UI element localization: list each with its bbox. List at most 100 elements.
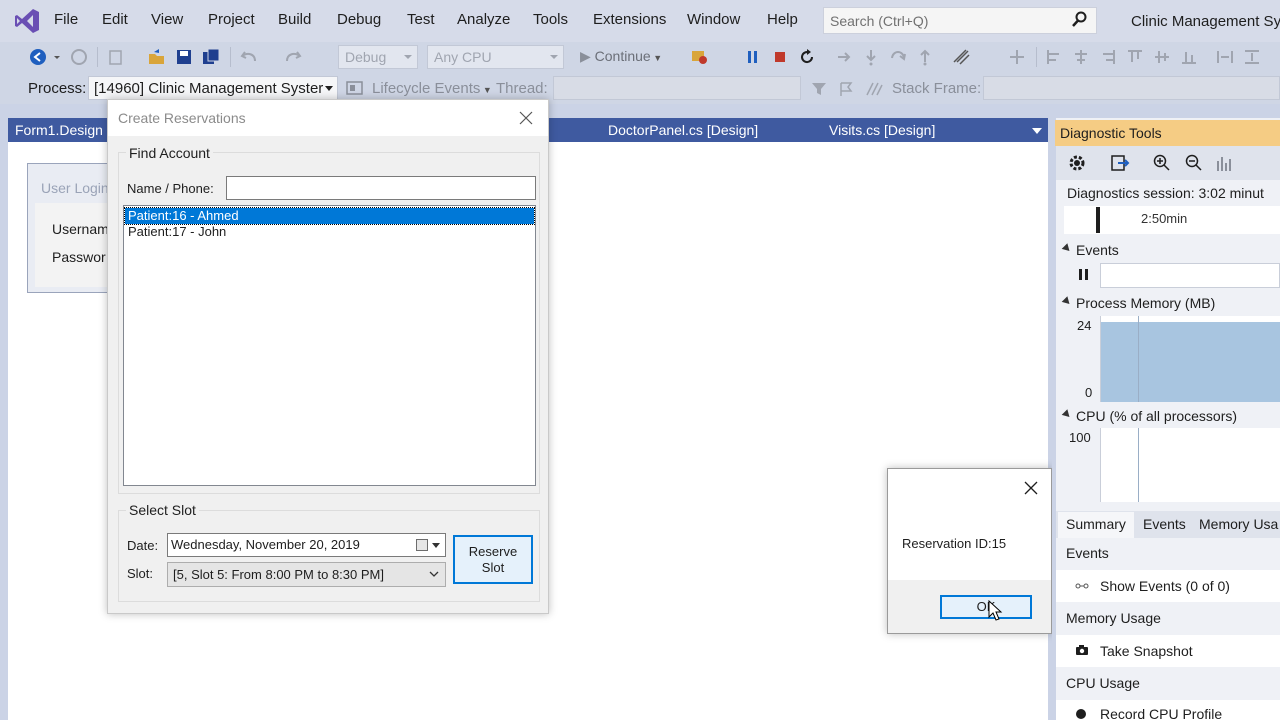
filter-icon[interactable] xyxy=(811,81,827,97)
menu-view[interactable]: View xyxy=(151,11,183,28)
tab-summary[interactable]: Summary xyxy=(1066,516,1126,532)
camera-icon xyxy=(1076,645,1088,655)
tab-overflow-dropdown-icon[interactable] xyxy=(1032,128,1042,134)
align-bottom-icon[interactable] xyxy=(1180,48,1198,66)
menu-tools[interactable]: Tools xyxy=(533,11,568,28)
stack-frame-label: Stack Frame: xyxy=(892,80,982,97)
toolbar-separator xyxy=(1036,47,1037,67)
align-center-icon[interactable] xyxy=(1072,48,1090,66)
list-item-patient-17[interactable]: Patient:17 - John xyxy=(125,224,534,240)
take-snapshot-button[interactable]: Take Snapshot xyxy=(1100,643,1193,659)
login-form-title: User Login xyxy=(41,180,109,196)
menu-file[interactable]: File xyxy=(54,11,78,28)
align-top-icon[interactable] xyxy=(1126,48,1144,66)
reset-view-chart-icon[interactable] xyxy=(1214,153,1234,173)
menu-edit[interactable]: Edit xyxy=(102,11,128,28)
step-out-icon[interactable] xyxy=(916,48,934,66)
reserve-slot-button[interactable]: Reserve Slot xyxy=(453,535,533,584)
navigate-forward-icon[interactable] xyxy=(70,48,88,66)
menu-extensions[interactable]: Extensions xyxy=(593,11,666,28)
tab-events[interactable]: Events xyxy=(1143,516,1186,532)
zoom-in-icon[interactable] xyxy=(1152,153,1172,173)
ok-button[interactable]: OK xyxy=(940,595,1032,619)
align-left-icon[interactable] xyxy=(1045,48,1063,66)
process-select[interactable]: [14960] Clinic Management Syster xyxy=(88,76,338,100)
menu-analyze[interactable]: Analyze xyxy=(457,11,510,28)
cpu-axis-max: 100 xyxy=(1069,430,1091,445)
thread-markers-icon[interactable] xyxy=(1008,48,1026,66)
cpu-section-title: CPU (% of all processors) xyxy=(1076,408,1238,424)
close-icon[interactable] xyxy=(518,110,534,126)
undo-icon[interactable] xyxy=(240,48,258,66)
chevron-down-icon[interactable] xyxy=(432,543,440,548)
events-heading: Events xyxy=(1066,545,1109,561)
date-picker[interactable]: Wednesday, November 20, 2019 xyxy=(167,533,446,557)
open-file-icon[interactable] xyxy=(148,48,166,66)
tab-form1-design[interactable]: Form1.Design xyxy=(15,122,103,138)
events-track[interactable] xyxy=(1100,263,1280,288)
hot-reload-icon[interactable] xyxy=(952,48,970,66)
visual-studio-logo-icon[interactable] xyxy=(14,8,40,34)
show-next-statement-icon[interactable] xyxy=(835,48,853,66)
stop-icon[interactable] xyxy=(771,48,789,66)
toolbar-separator xyxy=(230,47,231,67)
menu-build[interactable]: Build xyxy=(278,11,311,28)
pause-icon[interactable] xyxy=(744,48,762,66)
menu-help[interactable]: Help xyxy=(767,11,798,28)
navigate-back-icon[interactable] xyxy=(29,48,47,66)
search-box[interactable]: Search (Ctrl+Q) xyxy=(823,7,1097,34)
show-events-link[interactable]: Show Events (0 of 0) xyxy=(1100,578,1230,594)
settings-gear-icon[interactable] xyxy=(1067,153,1087,173)
restart-icon[interactable] xyxy=(798,48,816,66)
memory-axis-min: 0 xyxy=(1085,385,1093,400)
solution-configuration-select[interactable]: Debug xyxy=(338,45,418,69)
chevron-down-icon[interactable] xyxy=(52,48,62,66)
name-phone-input[interactable] xyxy=(226,176,536,200)
toggle-threads-icon[interactable] xyxy=(865,81,883,97)
stack-frame-select[interactable] xyxy=(983,76,1280,100)
align-right-icon[interactable] xyxy=(1099,48,1117,66)
break-all-icon[interactable] xyxy=(690,48,708,66)
make-same-width-icon[interactable] xyxy=(1243,48,1261,66)
menu-project[interactable]: Project xyxy=(208,11,255,28)
tab-memory-usage[interactable]: Memory Usa xyxy=(1199,516,1278,532)
toolbar-separator xyxy=(97,47,98,67)
patient-listbox[interactable]: Patient:16 - Ahmed Patient:17 - John xyxy=(123,205,536,486)
solution-platform-select[interactable]: Any CPU xyxy=(427,45,564,69)
select-tools-icon[interactable] xyxy=(1110,153,1130,173)
date-value: Wednesday, November 20, 2019 xyxy=(171,537,360,552)
reserve-slot-label-line1: Reserve xyxy=(468,544,518,559)
record-cpu-profile-button[interactable]: Record CPU Profile xyxy=(1100,706,1222,720)
list-item-patient-16[interactable]: Patient:16 - Ahmed xyxy=(124,207,535,225)
step-over-icon[interactable] xyxy=(889,48,907,66)
menu-test[interactable]: Test xyxy=(407,11,435,28)
reserve-slot-label-line2: Slot xyxy=(481,560,505,575)
calendar-icon[interactable] xyxy=(416,539,428,551)
thread-select[interactable] xyxy=(553,76,801,100)
tab-doctorpanel-design[interactable]: DoctorPanel.cs [Design] xyxy=(608,122,758,138)
menu-debug[interactable]: Debug xyxy=(337,11,381,28)
slot-select[interactable]: [5, Slot 5: From 8:00 PM to 8:30 PM] xyxy=(167,562,446,587)
save-all-icon[interactable] xyxy=(202,48,220,66)
align-middle-icon[interactable] xyxy=(1153,48,1171,66)
continue-button[interactable]: ▶ Continue ▼ xyxy=(580,48,662,65)
menu-window[interactable]: Window xyxy=(687,11,740,28)
chevron-down-icon[interactable] xyxy=(429,569,439,579)
process-memory-area xyxy=(1101,322,1280,402)
tab-visits-design[interactable]: Visits.cs [Design] xyxy=(829,122,935,138)
new-project-icon[interactable] xyxy=(107,48,125,66)
cpu-usage-heading: CPU Usage xyxy=(1066,675,1140,691)
save-icon[interactable] xyxy=(175,48,193,66)
make-same-size-icon[interactable] xyxy=(1216,48,1234,66)
zoom-out-icon[interactable] xyxy=(1184,153,1204,173)
redo-icon[interactable] xyxy=(284,48,302,66)
flag-icon[interactable] xyxy=(838,81,854,97)
step-into-icon[interactable] xyxy=(862,48,880,66)
process-label: Process: xyxy=(28,80,87,97)
close-icon[interactable] xyxy=(1023,480,1039,496)
cpu-chart[interactable] xyxy=(1100,428,1280,502)
find-account-title: Find Account xyxy=(126,145,213,161)
pause-icon[interactable] xyxy=(1078,268,1090,281)
lifecycle-events-button[interactable]: Lifecycle Events ▼ xyxy=(372,80,492,97)
slot-value: [5, Slot 5: From 8:00 PM to 8:30 PM] xyxy=(173,567,384,582)
